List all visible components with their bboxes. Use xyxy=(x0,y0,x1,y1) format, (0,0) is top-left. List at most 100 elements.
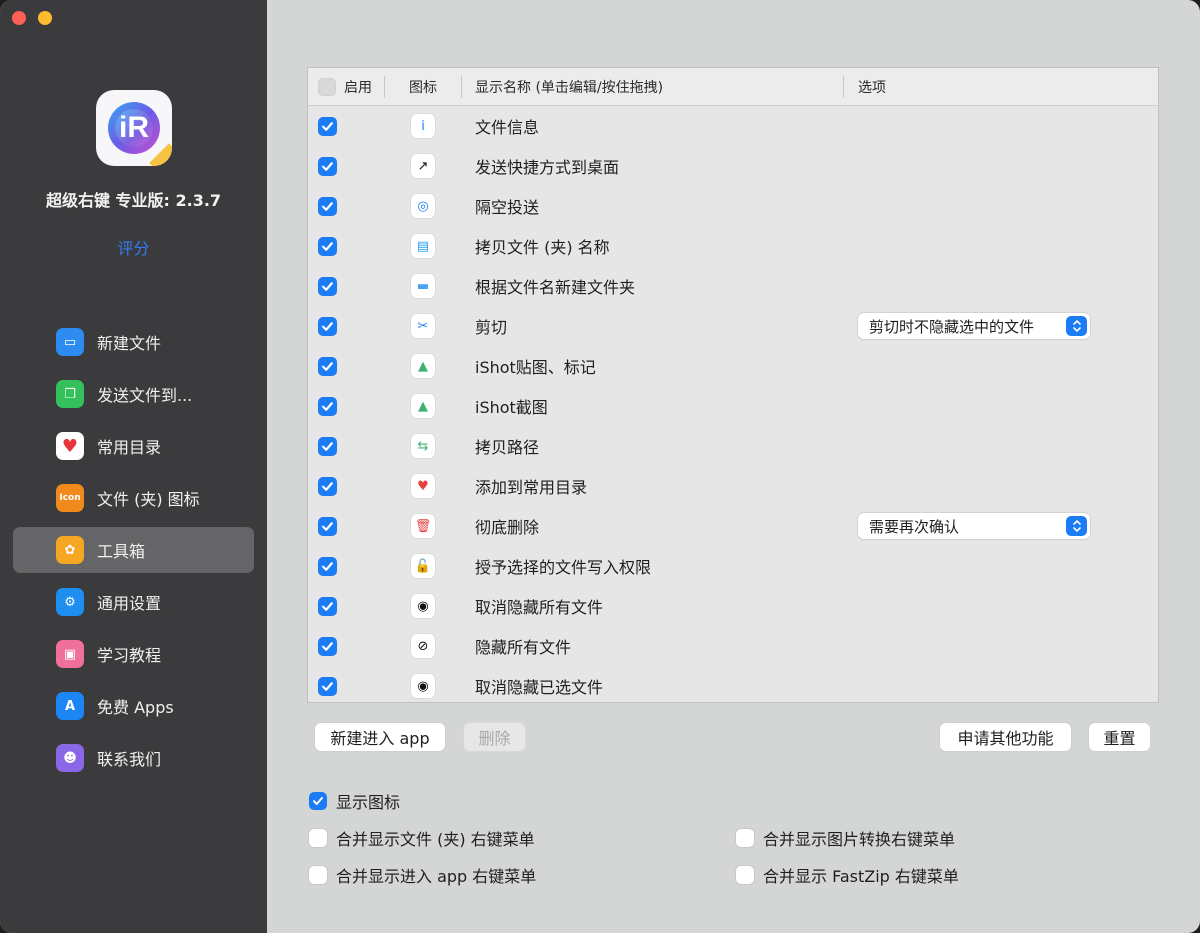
row-label[interactable]: 隔空投送 xyxy=(475,186,539,226)
merge-folder-menu-checkbox[interactable] xyxy=(309,829,327,847)
merge-image-convert-menu-label: 合并显示图片转换右键菜单 xyxy=(763,830,956,849)
row-enable-checkbox[interactable] xyxy=(318,597,337,616)
table-row[interactable]: ◎ 隔空投送 xyxy=(308,186,1158,226)
merge-fastzip-menu-label: 合并显示 FastZip 右键菜单 xyxy=(763,867,959,886)
trash-icon: 🗑 xyxy=(411,514,435,538)
sidebar-item[interactable]: ☻ 联系我们 xyxy=(13,735,254,781)
scissors-icon: ✂ xyxy=(411,314,435,338)
app-logo-letters: iR xyxy=(115,109,153,147)
table-row[interactable]: ↗ 发送快捷方式到桌面 xyxy=(308,146,1158,186)
table-row[interactable]: ♥ 添加到常用目录 xyxy=(308,466,1158,506)
sidebar-item[interactable]: ❐ 发送文件到... xyxy=(13,371,254,417)
row-option-value: 需要再次确认 xyxy=(869,517,960,536)
sidebar-item[interactable]: A 免费 Apps xyxy=(13,683,254,729)
row-label[interactable]: 取消隐藏已选文件 xyxy=(475,666,603,702)
row-enable-checkbox[interactable] xyxy=(318,317,337,336)
row-enable-checkbox[interactable] xyxy=(318,117,337,136)
sidebar-item[interactable]: ♥ 常用目录 xyxy=(13,423,254,469)
icon-badge-icon: Icon xyxy=(56,484,84,512)
shortcut-arrow-icon: ↗ xyxy=(411,154,435,178)
eye-icon: ◉ xyxy=(411,674,435,698)
row-enable-checkbox[interactable] xyxy=(318,397,337,416)
table-row[interactable]: i 文件信息 xyxy=(308,106,1158,146)
row-enable-checkbox[interactable] xyxy=(318,357,337,376)
table-row[interactable]: ▬ 根据文件名新建文件夹 xyxy=(308,266,1158,306)
row-enable-checkbox[interactable] xyxy=(318,157,337,176)
table-row[interactable]: 🔓 授予选择的文件写入权限 xyxy=(308,546,1158,586)
row-label[interactable]: 文件信息 xyxy=(475,106,539,146)
show-icon-checkbox[interactable] xyxy=(309,792,327,810)
row-label[interactable]: 剪切 xyxy=(475,306,507,346)
show-icon-option[interactable]: 显示图标 xyxy=(309,789,400,813)
table-body: i 文件信息 ↗ 发送快捷方式到桌面 ◎ 隔空投送 ▤ 拷贝文件 (夹) 名称 ▬ 根据文件名新建… xyxy=(308,106,1158,702)
sidebar-item[interactable]: ✿ 工具箱 xyxy=(13,527,254,573)
row-label[interactable]: 隐藏所有文件 xyxy=(475,626,571,666)
table-row[interactable]: 🗑 彻底删除 需要再次确认 xyxy=(308,506,1158,546)
row-enable-checkbox[interactable] xyxy=(318,237,337,256)
row-label[interactable]: 拷贝文件 (夹) 名称 xyxy=(475,226,610,266)
row-enable-checkbox[interactable] xyxy=(318,437,337,456)
table-row[interactable]: ⊘ 隐藏所有文件 xyxy=(308,626,1158,666)
select-all-checkbox[interactable] xyxy=(318,78,336,96)
row-enable-checkbox[interactable] xyxy=(318,677,337,696)
table-row[interactable]: ▤ 拷贝文件 (夹) 名称 xyxy=(308,226,1158,266)
merge-image-convert-menu-checkbox[interactable] xyxy=(736,829,754,847)
table-row[interactable]: ▲ iShot截图 xyxy=(308,386,1158,426)
sidebar-item[interactable]: Icon 文件 (夹) 图标 xyxy=(13,475,254,521)
merge-enter-app-menu-label: 合并显示进入 app 右键菜单 xyxy=(336,867,537,886)
header-options: 选项 xyxy=(858,80,886,96)
row-enable-checkbox[interactable] xyxy=(318,477,337,496)
image-icon: ▲ xyxy=(411,354,435,378)
row-enable-checkbox[interactable] xyxy=(318,637,337,656)
copy-name-icon: ▤ xyxy=(411,234,435,258)
app-version-title: 超级右键 专业版: 2.3.7 xyxy=(45,191,222,210)
row-label[interactable]: 添加到常用目录 xyxy=(475,466,587,506)
merge-folder-menu-option[interactable]: 合并显示文件 (夹) 右键菜单 xyxy=(309,826,535,850)
rate-link[interactable]: 评分 xyxy=(0,235,267,259)
header-enable-label: 启用 xyxy=(344,80,372,96)
row-label[interactable]: iShot截图 xyxy=(475,386,548,426)
sidebar-item-label: 发送文件到... xyxy=(97,386,193,405)
chevron-updown-icon[interactable] xyxy=(1066,316,1087,336)
app-store-icon: A xyxy=(56,692,84,720)
heart-add-icon: ♥ xyxy=(411,474,435,498)
row-label[interactable]: 彻底删除 xyxy=(475,506,539,546)
minimize-window-button[interactable] xyxy=(38,11,52,25)
row-label[interactable]: 取消隐藏所有文件 xyxy=(475,586,603,626)
row-enable-checkbox[interactable] xyxy=(318,277,337,296)
row-label[interactable]: iShot贴图、标记 xyxy=(475,346,596,386)
row-enable-checkbox[interactable] xyxy=(318,517,337,536)
table-row[interactable]: ◉ 取消隐藏已选文件 xyxy=(308,666,1158,702)
merge-fastzip-menu-option[interactable]: 合并显示 FastZip 右键菜单 xyxy=(736,863,959,887)
row-enable-checkbox[interactable] xyxy=(318,557,337,576)
table-row[interactable]: ✂ 剪切 剪切时不隐藏选中的文件 xyxy=(308,306,1158,346)
close-window-button[interactable] xyxy=(12,11,26,25)
sidebar-item[interactable]: ⚙ 通用设置 xyxy=(13,579,254,625)
merge-folder-menu-label: 合并显示文件 (夹) 右键菜单 xyxy=(336,830,535,849)
sidebar-item-label: 免费 Apps xyxy=(97,698,174,717)
table-header: 启用 图标 显示名称 (单击编辑/按住拖拽) 选项 xyxy=(308,68,1158,106)
chevron-updown-icon[interactable] xyxy=(1066,516,1087,536)
table-row[interactable]: ⇆ 拷贝路径 xyxy=(308,426,1158,466)
sidebar-item[interactable]: ▣ 学习教程 xyxy=(13,631,254,677)
row-option-select[interactable]: 剪切时不隐藏选中的文件 xyxy=(858,313,1090,339)
table-row[interactable]: ◉ 取消隐藏所有文件 xyxy=(308,586,1158,626)
sidebar-item-label: 新建文件 xyxy=(97,334,162,353)
row-label[interactable]: 授予选择的文件写入权限 xyxy=(475,546,651,586)
new-enter-app-button[interactable]: 新建进入 app xyxy=(315,723,445,751)
merge-image-convert-menu-option[interactable]: 合并显示图片转换右键菜单 xyxy=(736,826,955,850)
gear-icon: ⚙ xyxy=(56,588,84,616)
table-row[interactable]: ▲ iShot贴图、标记 xyxy=(308,346,1158,386)
row-enable-checkbox[interactable] xyxy=(318,197,337,216)
row-option-select[interactable]: 需要再次确认 xyxy=(858,513,1090,539)
row-label[interactable]: 拷贝路径 xyxy=(475,426,539,466)
request-feature-button[interactable]: 申请其他功能 xyxy=(940,723,1071,751)
delete-button[interactable]: 删除 xyxy=(464,723,525,751)
reset-button[interactable]: 重置 xyxy=(1089,723,1150,751)
sidebar-item[interactable]: ▭ 新建文件 xyxy=(13,319,254,365)
row-label[interactable]: 发送快捷方式到桌面 xyxy=(475,146,619,186)
merge-fastzip-menu-checkbox[interactable] xyxy=(736,866,754,884)
row-label[interactable]: 根据文件名新建文件夹 xyxy=(475,266,635,306)
merge-enter-app-menu-checkbox[interactable] xyxy=(309,866,327,884)
merge-enter-app-menu-option[interactable]: 合并显示进入 app 右键菜单 xyxy=(309,863,536,887)
